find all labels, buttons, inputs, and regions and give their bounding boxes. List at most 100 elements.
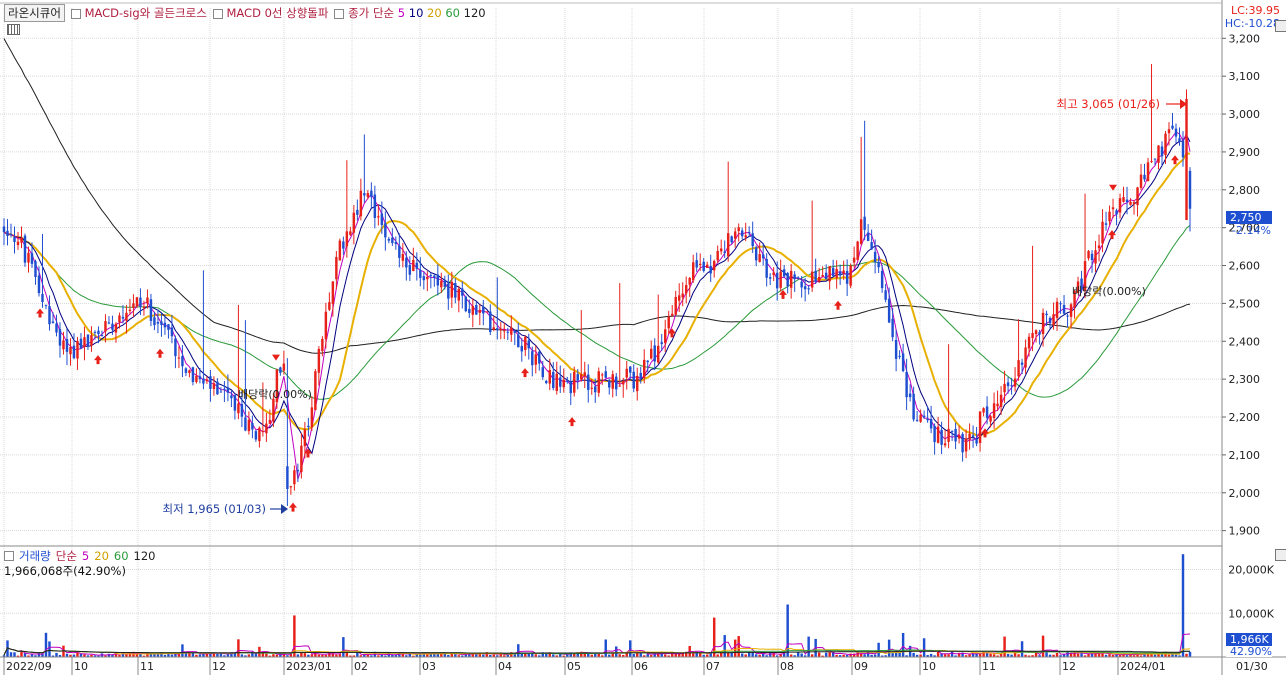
- candle-body: [457, 288, 461, 301]
- candle-body: [961, 433, 964, 453]
- candle-body: [1153, 158, 1157, 160]
- volume-bar: [887, 639, 891, 657]
- candle-body: [531, 351, 534, 366]
- candle-body: [499, 328, 503, 331]
- candle-body: [282, 363, 286, 371]
- current-volume-box: 1,966K 42.90%: [1226, 633, 1272, 658]
- candle-body: [905, 372, 908, 398]
- candle-body: [583, 372, 586, 376]
- candle-body: [1003, 383, 1006, 393]
- checkbox-icon[interactable]: [4, 551, 14, 561]
- candle-body: [940, 429, 943, 445]
- candle-body: [716, 251, 719, 261]
- candle-body: [761, 254, 765, 259]
- candle-body: [447, 283, 450, 299]
- candle-body: [209, 376, 212, 389]
- candle-body: [272, 398, 275, 422]
- volume-bar: [807, 636, 810, 657]
- candle-body: [849, 265, 852, 286]
- date-tick-label: 05: [567, 660, 581, 673]
- candle-body: [996, 403, 999, 407]
- price-tick-label: 2,400: [1229, 335, 1261, 348]
- candle-body: [58, 329, 62, 346]
- candle-body: [1139, 174, 1143, 188]
- candle-body: [23, 235, 27, 263]
- volume-tick-label: 20,000K: [1228, 564, 1274, 577]
- candle-body: [1150, 161, 1153, 163]
- candle-body: [352, 212, 356, 233]
- candle-body: [464, 296, 468, 312]
- candle-body: [793, 274, 796, 280]
- candle-body: [163, 322, 167, 328]
- volume-bar: [48, 641, 51, 657]
- candle-body: [513, 330, 517, 333]
- candle-body: [1178, 138, 1181, 142]
- candle-body: [202, 378, 205, 384]
- candle-body: [712, 261, 716, 271]
- candle-body: [1087, 250, 1090, 259]
- date-tick-label: 2024/01: [1120, 660, 1166, 673]
- candle-body: [1062, 304, 1066, 314]
- candle-body: [72, 345, 76, 359]
- checkbox-icon: [334, 8, 345, 19]
- candle-body: [842, 270, 845, 274]
- candle-body: [328, 302, 331, 310]
- candle-body: [436, 274, 440, 286]
- scroll-up-button[interactable]: [1275, 20, 1286, 32]
- candle-body: [142, 306, 146, 308]
- indicator-2[interactable]: MACD 0선 상향돌파: [212, 5, 328, 21]
- date-tick-label: 10: [74, 660, 88, 673]
- current-price-label: 2,750: [1230, 211, 1262, 224]
- candle-body: [251, 423, 254, 430]
- candle-body: [426, 276, 429, 280]
- indicator-1[interactable]: MACD-sig와 골든크로스: [70, 5, 207, 21]
- candle-body: [160, 321, 163, 325]
- ma-legend[interactable]: 종가 단순 5 10 20 60 120: [334, 5, 486, 21]
- volume-bar: [1066, 651, 1069, 657]
- candle-body: [363, 193, 366, 196]
- candle-body: [128, 309, 132, 312]
- candle-body: [636, 375, 639, 392]
- volume-bar: [817, 652, 821, 657]
- candle-body: [293, 470, 296, 485]
- price-tick-label: 2,500: [1229, 297, 1261, 310]
- candle-body: [296, 469, 300, 472]
- candle-body: [695, 260, 698, 268]
- candle-body: [653, 345, 656, 362]
- candle-body: [730, 236, 733, 243]
- candle-body: [191, 367, 195, 383]
- candle-body: [723, 251, 726, 253]
- date-tick-label: 04: [498, 660, 512, 673]
- candle-body: [48, 306, 51, 325]
- stock-chart[interactable]: 3,2003,1003,0002,9002,8002,7002,6002,500…: [0, 0, 1286, 675]
- candle-body: [989, 416, 992, 422]
- stock-name[interactable]: 라온시큐어: [4, 4, 65, 22]
- candle-body: [195, 375, 198, 383]
- candle-body: [34, 261, 37, 277]
- volume-bar: [740, 653, 744, 657]
- candle-body: [1125, 199, 1129, 203]
- candle-body: [1188, 170, 1192, 209]
- candle-body: [212, 383, 216, 390]
- candle-body: [335, 257, 338, 280]
- candle-body: [1136, 187, 1139, 206]
- table-icon[interactable]: [7, 24, 20, 35]
- volume-bar: [796, 651, 800, 657]
- candle-body: [1020, 362, 1024, 365]
- checkbox-icon: [70, 8, 81, 19]
- candle-body: [1185, 98, 1188, 221]
- price-tick-label: 2,300: [1229, 373, 1261, 386]
- candle-body: [429, 275, 433, 277]
- candle-body: [926, 419, 929, 421]
- candle-body: [705, 264, 709, 268]
- candle-body: [1010, 385, 1013, 387]
- candle-body: [866, 232, 870, 241]
- candle-body: [1013, 378, 1017, 387]
- candle-body: [688, 278, 691, 285]
- volume-bar: [922, 638, 926, 657]
- panel-split-button[interactable]: [1275, 549, 1286, 561]
- price-tick-label: 2,600: [1229, 260, 1261, 273]
- candle-body: [611, 374, 614, 389]
- candle-body: [587, 374, 590, 390]
- candle-body: [772, 272, 775, 276]
